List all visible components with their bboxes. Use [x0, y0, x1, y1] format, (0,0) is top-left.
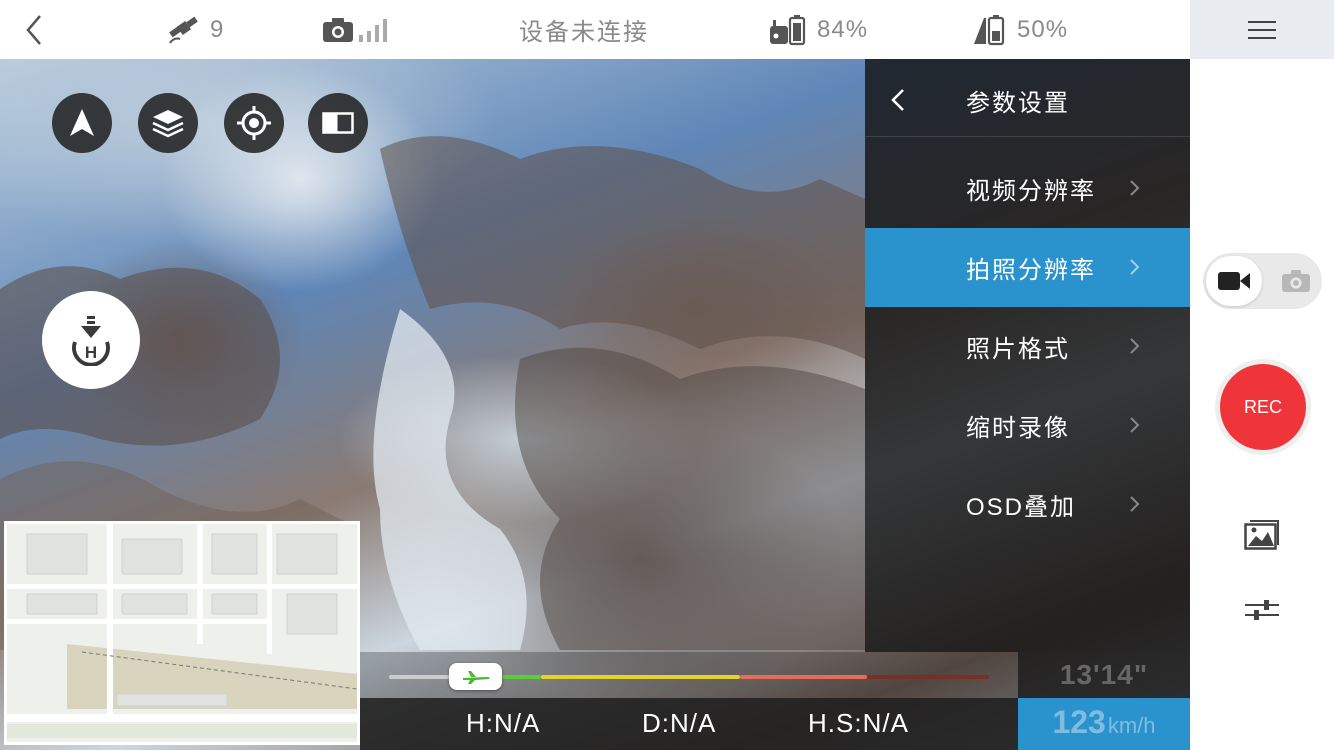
- remote-battery: 84%: [768, 0, 868, 59]
- setting-label: 视频分辨率: [966, 178, 1096, 205]
- gallery-button[interactable]: [1244, 519, 1280, 553]
- settings-panel-header: 参数设置: [865, 59, 1190, 137]
- layers-button[interactable]: [138, 93, 198, 153]
- chevron-right-icon: [1130, 338, 1140, 354]
- sliders-icon: [1245, 600, 1279, 620]
- speed-unit: km/h: [1107, 713, 1156, 738]
- hamburger-menu-icon: [1248, 20, 1276, 39]
- split-screen-icon: [322, 112, 354, 134]
- gallery-icon: [1244, 520, 1279, 550]
- back-icon[interactable]: [22, 12, 46, 48]
- progress-track-red: [740, 675, 867, 679]
- speed-display: 123 km/h: [1018, 698, 1190, 750]
- top-bar: 9 设备未连接 84% 50%: [0, 0, 1190, 59]
- satellite-count: 9: [210, 15, 224, 43]
- progress-track-dark: [867, 675, 989, 679]
- chevron-right-icon: [1130, 259, 1140, 275]
- return-home-icon: H: [72, 316, 110, 366]
- satellite-status: 9: [166, 0, 223, 59]
- settings-panel: 参数设置 视频分辨率 拍照分辨率 照片格式 缩时录像 OSD叠加: [865, 59, 1190, 652]
- telemetry-bar: H:N/A D:N/A H.S:N/A: [360, 698, 1018, 750]
- remote-battery-percent: 84%: [817, 15, 869, 43]
- photo-mode-button[interactable]: [1278, 263, 1314, 299]
- drone-battery-icon: [974, 14, 1005, 45]
- crosshair-icon: [237, 106, 271, 140]
- setting-label: OSD叠加: [966, 494, 1077, 521]
- settings-panel-title: 参数设置: [966, 90, 1070, 117]
- setting-label: 照片格式: [966, 336, 1070, 363]
- distance-readout: D:N/A: [642, 708, 717, 738]
- connection-status: 设备未连接: [519, 19, 649, 46]
- setting-photo-format[interactable]: 照片格式: [865, 307, 1190, 386]
- progress-slider[interactable]: [449, 663, 502, 690]
- adjustments-button[interactable]: [1244, 598, 1280, 622]
- navigation-arrow-icon: [70, 109, 94, 136]
- chevron-right-icon: [1130, 180, 1140, 196]
- camera-icon: [323, 17, 353, 42]
- return-home-button[interactable]: H: [42, 291, 140, 389]
- horizontal-speed-readout: H.S:N/A: [808, 708, 909, 738]
- plane-icon: [462, 670, 490, 684]
- svg-text:H: H: [85, 343, 97, 362]
- record-button[interactable]: REC: [1220, 364, 1306, 450]
- video-camera-icon: [1218, 272, 1250, 290]
- speed-value: 123: [1052, 704, 1106, 740]
- remote-controller-battery-icon: [770, 14, 806, 45]
- minimap[interactable]: [4, 521, 360, 745]
- drone-battery: 50%: [972, 0, 1068, 59]
- camera-icon: [1282, 270, 1310, 292]
- flight-time: 13'14": [1018, 652, 1190, 698]
- flight-progress: [360, 652, 1018, 698]
- capture-mode-toggle[interactable]: [1203, 253, 1322, 309]
- chevron-right-icon: [1130, 496, 1140, 512]
- drone-battery-percent: 50%: [1017, 15, 1069, 43]
- satellite-icon: [169, 16, 198, 44]
- layers-icon: [152, 110, 184, 138]
- height-readout: H:N/A: [466, 708, 541, 738]
- setting-label: 拍照分辨率: [966, 257, 1096, 284]
- panel-back-icon[interactable]: [889, 87, 907, 113]
- setting-video-resolution[interactable]: 视频分辨率: [865, 149, 1190, 228]
- camera-signal: [322, 0, 391, 59]
- camera-controls: REC: [1190, 59, 1334, 750]
- compass-button[interactable]: [52, 93, 112, 153]
- record-button-ring: REC: [1215, 359, 1311, 455]
- setting-timelapse[interactable]: 缩时录像: [865, 386, 1190, 465]
- progress-track-yellow: [541, 675, 740, 679]
- locate-button[interactable]: [224, 93, 284, 153]
- split-view-button[interactable]: [308, 93, 368, 153]
- minimap-roads: [7, 524, 357, 742]
- video-mode-button[interactable]: [1206, 256, 1262, 306]
- progress-track-green: [500, 675, 541, 679]
- setting-osd-overlay[interactable]: OSD叠加: [865, 465, 1190, 544]
- signal-bars-icon: [359, 18, 387, 42]
- setting-photo-resolution[interactable]: 拍照分辨率: [865, 228, 1190, 307]
- menu-button[interactable]: [1190, 0, 1334, 59]
- setting-label: 缩时录像: [966, 415, 1070, 442]
- chevron-right-icon: [1130, 417, 1140, 433]
- settings-list: 视频分辨率 拍照分辨率 照片格式 缩时录像 OSD叠加: [865, 149, 1190, 544]
